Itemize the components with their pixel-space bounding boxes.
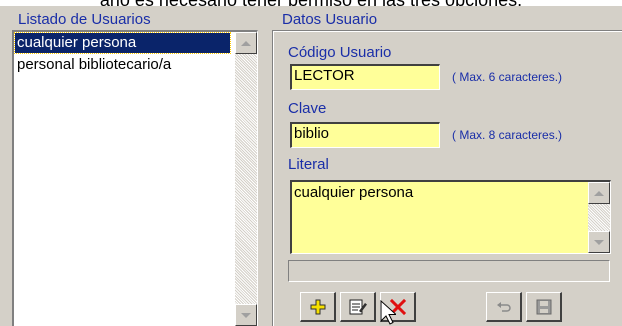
scroll-down-button[interactable] xyxy=(235,304,257,326)
undo-icon xyxy=(496,301,511,312)
edit-button[interactable] xyxy=(340,292,376,322)
add-icon xyxy=(310,299,325,314)
edit-icon xyxy=(349,299,367,314)
code-field[interactable]: LECTOR xyxy=(290,64,440,90)
scroll-up-button[interactable] xyxy=(588,182,610,204)
key-field[interactable]: biblio xyxy=(290,122,440,148)
chevron-up-icon xyxy=(594,190,604,196)
code-label: Código Usuario xyxy=(288,44,392,61)
literal-scrollbar[interactable] xyxy=(588,182,610,253)
scroll-down-button[interactable] xyxy=(588,231,610,253)
save-button[interactable] xyxy=(526,292,562,322)
chevron-down-icon xyxy=(241,312,251,318)
literal-field[interactable]: cualquier persona xyxy=(290,180,611,254)
user-list-item[interactable]: personal bibliotecario/a xyxy=(15,55,230,75)
literal-text: cualquier persona xyxy=(294,184,414,201)
user-list[interactable]: cualquier persona personal bibliotecario… xyxy=(12,30,258,326)
scroll-up-button[interactable] xyxy=(235,32,257,54)
key-label: Clave xyxy=(288,100,327,117)
add-button[interactable] xyxy=(300,292,336,322)
user-list-title: Listado de Usuarios xyxy=(18,11,151,28)
details-title: Datos Usuario xyxy=(282,11,378,28)
user-list-item[interactable]: cualquier persona xyxy=(14,32,231,54)
mouse-cursor-icon xyxy=(380,300,396,325)
key-hint: ( Max. 8 caracteres.) xyxy=(452,128,563,142)
code-hint: ( Max. 6 caracteres.) xyxy=(452,70,563,84)
literal-label: Literal xyxy=(288,156,329,173)
status-bar xyxy=(288,260,610,282)
chevron-up-icon xyxy=(241,40,251,46)
undo-button[interactable] xyxy=(486,292,522,322)
user-list-scrollbar[interactable] xyxy=(235,32,257,326)
chevron-down-icon xyxy=(594,239,604,245)
save-icon xyxy=(536,299,551,314)
